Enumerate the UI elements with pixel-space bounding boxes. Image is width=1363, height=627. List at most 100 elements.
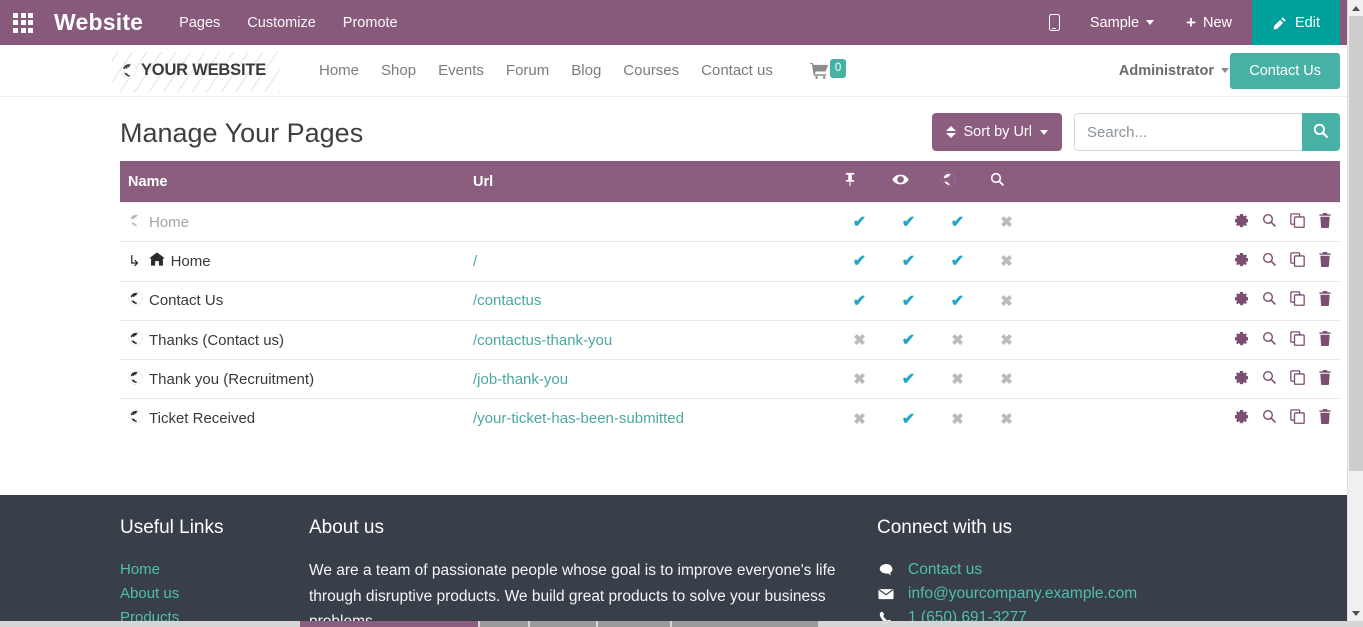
- gear-icon[interactable]: [1234, 370, 1249, 385]
- cell-flag-thumbtack[interactable]: ✔: [835, 281, 884, 320]
- backend-menu-customize[interactable]: Customize: [247, 15, 316, 31]
- backend-menu-pages[interactable]: Pages: [179, 15, 220, 31]
- cell-flag-search[interactable]: ✖: [982, 320, 1031, 359]
- cell-flag-globe[interactable]: ✖: [933, 360, 982, 399]
- col-header-indexed[interactable]: [933, 161, 982, 203]
- cell-flag-search[interactable]: ✖: [982, 360, 1031, 399]
- website-selector[interactable]: Sample: [1074, 15, 1164, 31]
- page-url-link[interactable]: /job-thank-you: [473, 371, 568, 388]
- cell-flag-thumbtack[interactable]: ✔: [835, 242, 884, 281]
- search-icon[interactable]: [1262, 291, 1277, 306]
- taskbar-item[interactable]: [300, 621, 478, 627]
- copy-icon[interactable]: [1290, 409, 1305, 424]
- search-icon[interactable]: [1262, 409, 1277, 424]
- cell-flag-eye[interactable]: ✔: [884, 320, 933, 359]
- page-url-link[interactable]: /: [473, 253, 477, 270]
- nav-link-home[interactable]: Home: [308, 62, 370, 79]
- search-submit-button[interactable]: [1302, 113, 1340, 151]
- nav-link-events[interactable]: Events: [427, 62, 495, 79]
- taskbar-item[interactable]: [672, 621, 818, 627]
- col-header-seo[interactable]: [982, 161, 1031, 203]
- cell-flag-eye[interactable]: ✔: [884, 360, 933, 399]
- search-icon[interactable]: [1262, 213, 1277, 228]
- gear-icon[interactable]: [1234, 331, 1249, 346]
- taskbar-item[interactable]: [530, 621, 596, 627]
- copy-icon[interactable]: [1290, 252, 1305, 267]
- footer-email-link[interactable]: info@yourcompany.example.com: [908, 582, 1137, 606]
- table-row[interactable]: Home✔✔✔✖: [120, 203, 1340, 242]
- col-header-published[interactable]: [884, 161, 933, 203]
- edit-button[interactable]: Edit: [1252, 0, 1340, 45]
- trash-icon[interactable]: [1318, 331, 1332, 346]
- table-row[interactable]: Ticket Received/your-ticket-has-been-sub…: [120, 399, 1340, 438]
- cell-flag-eye[interactable]: ✔: [884, 242, 933, 281]
- contact-us-cta-button[interactable]: Contact Us: [1230, 53, 1340, 89]
- gear-icon[interactable]: [1234, 213, 1249, 228]
- cell-flag-eye[interactable]: ✔: [884, 203, 933, 242]
- copy-icon[interactable]: [1290, 370, 1305, 385]
- taskbar-item[interactable]: [480, 621, 528, 627]
- page-url-link[interactable]: /your-ticket-has-been-submitted: [473, 410, 684, 427]
- cell-flag-search[interactable]: ✖: [982, 281, 1031, 320]
- nav-link-contact-us[interactable]: Contact us: [690, 62, 784, 79]
- table-row[interactable]: ↳Home/✔✔✔✖: [120, 242, 1340, 281]
- gear-icon[interactable]: [1234, 409, 1249, 424]
- cell-flag-globe[interactable]: ✔: [933, 203, 982, 242]
- apps-grid-icon[interactable]: [0, 0, 46, 45]
- mobile-phone-icon[interactable]: [1035, 14, 1074, 31]
- cell-flag-thumbtack[interactable]: ✔: [835, 203, 884, 242]
- cart-button[interactable]: 0: [810, 62, 846, 79]
- nav-link-shop[interactable]: Shop: [370, 62, 427, 79]
- footer-link-home[interactable]: Home: [120, 558, 309, 582]
- cell-flag-search[interactable]: ✖: [982, 399, 1031, 438]
- copy-icon[interactable]: [1290, 213, 1305, 228]
- page-url-link[interactable]: /contactus: [473, 292, 541, 309]
- trash-icon[interactable]: [1318, 252, 1332, 267]
- scroll-up-button[interactable]: [1348, 0, 1363, 16]
- copy-icon[interactable]: [1290, 291, 1305, 306]
- search-icon[interactable]: [1262, 331, 1277, 346]
- table-row[interactable]: Thank you (Recruitment)/job-thank-you✖✔✖…: [120, 360, 1340, 399]
- backend-menu-promote[interactable]: Promote: [343, 15, 398, 31]
- table-row[interactable]: Contact Us/contactus✔✔✔✖: [120, 281, 1340, 320]
- nav-link-forum[interactable]: Forum: [495, 62, 560, 79]
- search-input[interactable]: [1074, 113, 1302, 151]
- nav-link-blog[interactable]: Blog: [560, 62, 612, 79]
- scrollbar-thumb[interactable]: [1349, 16, 1363, 471]
- cell-flag-thumbtack[interactable]: ✖: [835, 360, 884, 399]
- page-url-link[interactable]: /contactus-thank-you: [473, 332, 612, 349]
- scroll-down-button[interactable]: [1348, 605, 1363, 621]
- cell-flag-globe[interactable]: ✔: [933, 281, 982, 320]
- col-header-thumbtack[interactable]: [835, 161, 884, 203]
- gear-icon[interactable]: [1234, 252, 1249, 267]
- cell-flag-eye[interactable]: ✔: [884, 399, 933, 438]
- vertical-scrollbar[interactable]: [1347, 0, 1363, 621]
- copy-icon[interactable]: [1290, 331, 1305, 346]
- footer-link-about-us[interactable]: About us: [120, 582, 309, 606]
- cell-flag-thumbtack[interactable]: ✖: [835, 399, 884, 438]
- app-name[interactable]: Website: [54, 9, 143, 36]
- search-icon[interactable]: [1262, 252, 1277, 267]
- sort-by-url-button[interactable]: Sort by Url: [932, 113, 1063, 151]
- user-menu[interactable]: Administrator: [1119, 63, 1229, 79]
- trash-icon[interactable]: [1318, 213, 1332, 228]
- trash-icon[interactable]: [1318, 370, 1332, 385]
- cell-flag-eye[interactable]: ✔: [884, 281, 933, 320]
- cell-flag-globe[interactable]: ✔: [933, 242, 982, 281]
- footer-contact-us-link[interactable]: Contact us: [908, 558, 982, 582]
- search-icon[interactable]: [1262, 370, 1277, 385]
- gear-icon[interactable]: [1234, 291, 1249, 306]
- cell-flag-search[interactable]: ✖: [982, 242, 1031, 281]
- cell-flag-thumbtack[interactable]: ✖: [835, 320, 884, 359]
- trash-icon[interactable]: [1318, 409, 1332, 424]
- cell-flag-search[interactable]: ✖: [982, 203, 1031, 242]
- col-header-url[interactable]: Url: [465, 161, 835, 203]
- trash-icon[interactable]: [1318, 291, 1332, 306]
- site-logo[interactable]: YOUR WEBSITE: [120, 61, 290, 80]
- cell-flag-globe[interactable]: ✖: [933, 320, 982, 359]
- cell-flag-globe[interactable]: ✖: [933, 399, 982, 438]
- table-row[interactable]: Thanks (Contact us)/contactus-thank-you✖…: [120, 320, 1340, 359]
- new-button[interactable]: + New: [1164, 14, 1246, 31]
- col-header-name[interactable]: Name: [120, 161, 465, 203]
- nav-link-courses[interactable]: Courses: [612, 62, 690, 79]
